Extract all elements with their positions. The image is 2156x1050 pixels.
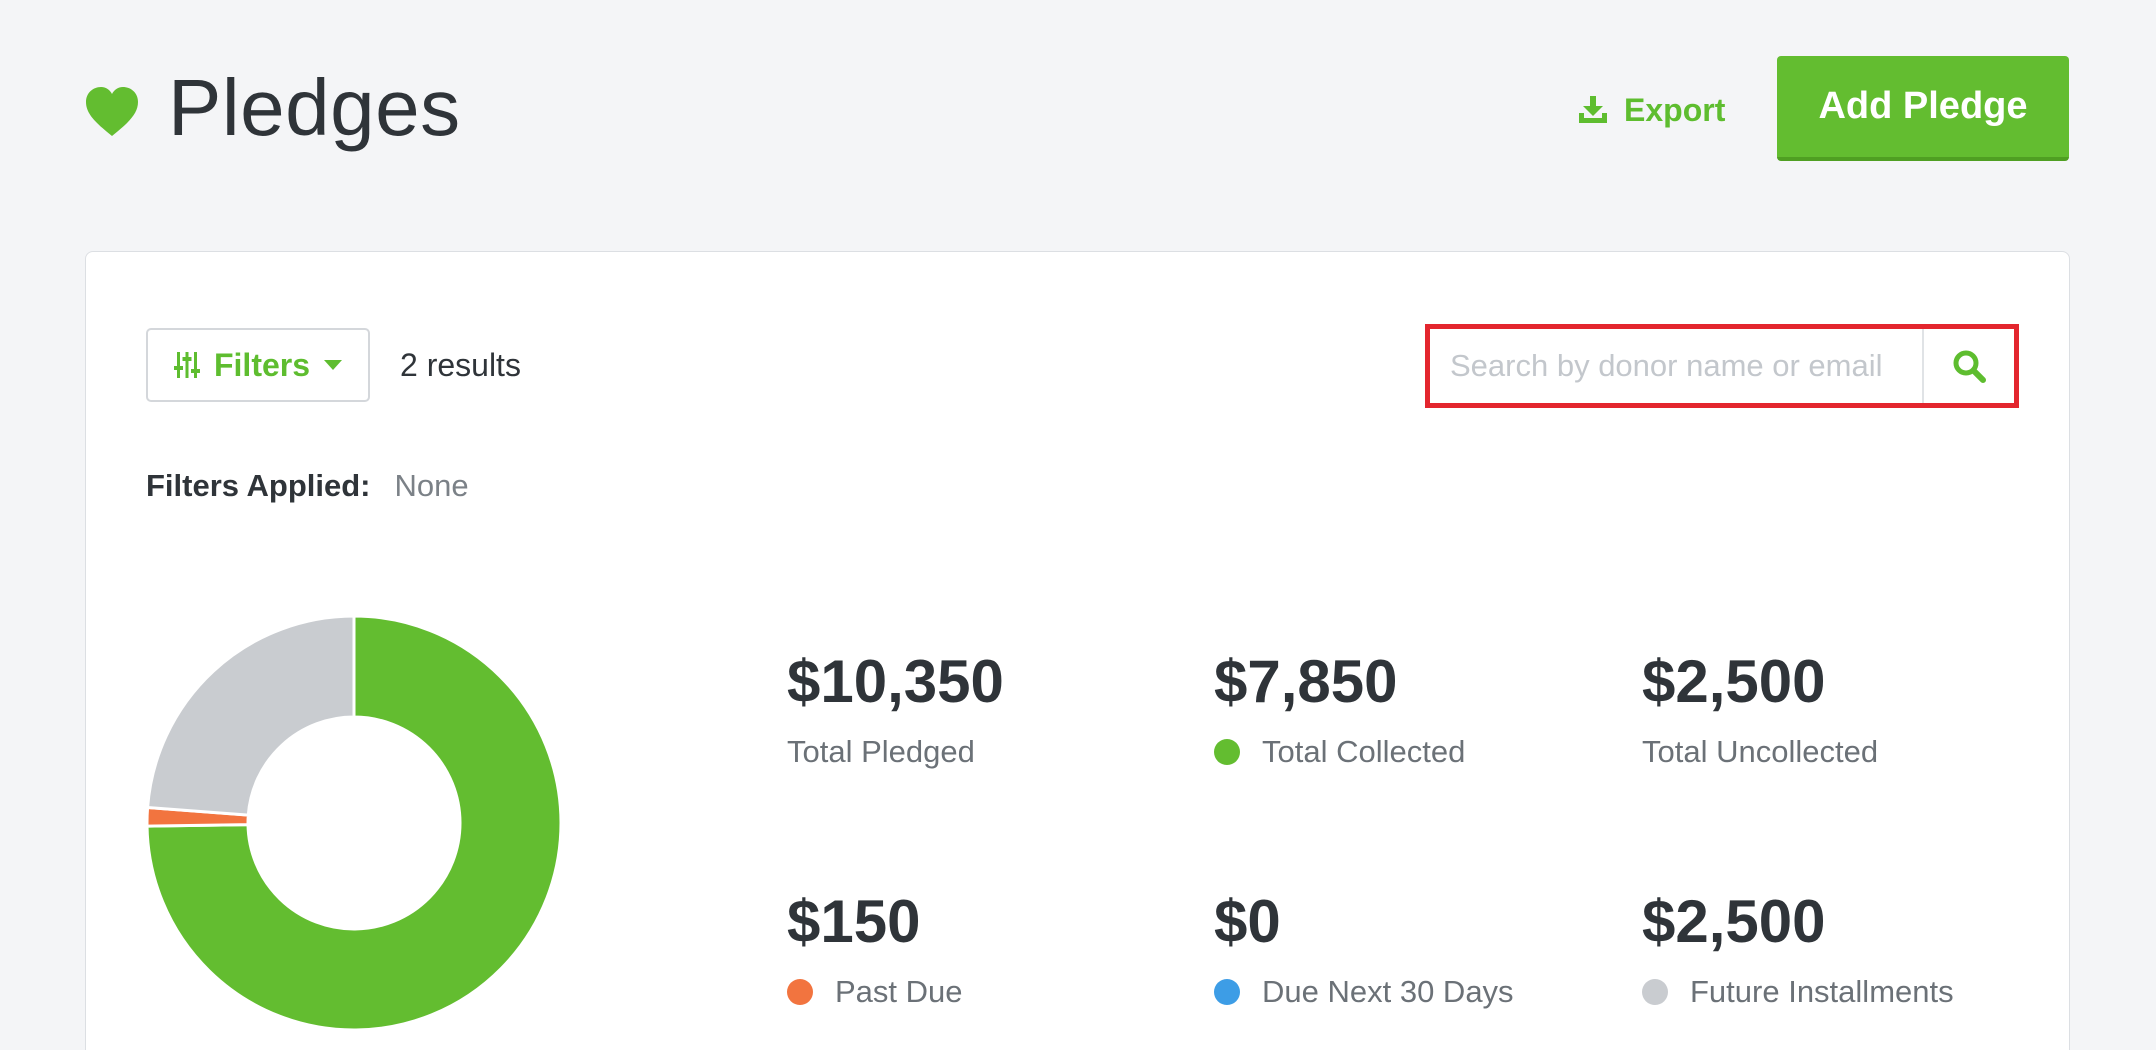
stat-value: $150 — [787, 888, 921, 955]
stat-value: $10,350 — [787, 648, 1004, 715]
export-button[interactable]: Export — [1578, 90, 1725, 130]
stat-future-installments: $2,500 Future Installments — [1642, 892, 1954, 1010]
filters-button[interactable]: Filters — [146, 328, 370, 402]
legend-dot-due-next-30 — [1214, 979, 1240, 1005]
heart-icon — [86, 87, 138, 136]
stat-total-uncollected: $2,500 Total Uncollected — [1642, 652, 1878, 770]
download-icon — [1579, 96, 1607, 123]
filters-label: Filters — [213, 346, 311, 383]
filters-applied-value: None — [394, 468, 469, 503]
page-title: Pledges — [168, 63, 461, 152]
search-icon — [1953, 350, 1986, 383]
stat-label: Total Uncollected — [1642, 734, 1879, 769]
stat-label: Past Due — [835, 974, 963, 1009]
search-input[interactable] — [1430, 329, 1922, 403]
stat-label: Total Collected — [1262, 734, 1466, 769]
stat-total-collected: $7,850 Total Collected — [1214, 652, 1465, 770]
stat-value: $7,850 — [1214, 648, 1398, 715]
donut-slice-future-installments — [146, 615, 356, 817]
stat-value: $2,500 — [1642, 888, 1826, 955]
stat-label: Due Next 30 Days — [1262, 974, 1514, 1009]
sliders-icon — [173, 352, 200, 378]
stat-label: Total Pledged — [787, 734, 975, 769]
results-count: 2 results — [400, 347, 521, 383]
stat-value: $2,500 — [1642, 648, 1826, 715]
legend-dot-collected — [1214, 739, 1240, 765]
stat-past-due: $150 Past Due — [787, 892, 963, 1010]
filters-applied-label: Filters Applied: — [146, 468, 371, 503]
export-label: Export — [1624, 91, 1726, 128]
add-pledge-button[interactable]: Add Pledge — [1777, 56, 2069, 161]
search-box — [1425, 324, 2019, 408]
legend-dot-future — [1642, 979, 1668, 1005]
stat-label: Future Installments — [1690, 974, 1954, 1009]
stat-value: $0 — [1214, 888, 1281, 955]
filters-applied: Filters Applied: None — [146, 468, 469, 504]
pledges-card: Filters 2 results Filters Applied: None … — [85, 251, 2070, 1050]
legend-dot-past-due — [787, 979, 813, 1005]
caret-down-icon — [324, 360, 343, 370]
stat-total-pledged: $10,350 Total Pledged — [787, 652, 1004, 770]
pledge-donut-chart — [146, 615, 562, 1031]
stat-due-next-30-days: $0 Due Next 30 Days — [1214, 892, 1514, 1010]
search-button[interactable] — [1922, 329, 2014, 403]
